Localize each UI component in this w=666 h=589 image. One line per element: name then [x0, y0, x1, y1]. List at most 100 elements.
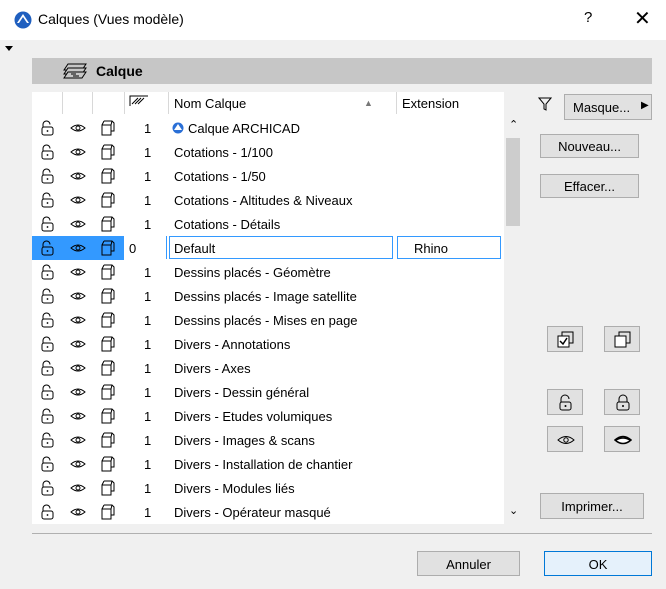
- layer-row[interactable]: 1 Divers - Opérateur masqué: [32, 500, 504, 524]
- wireframe-icon[interactable]: [100, 456, 116, 472]
- eye-icon[interactable]: [70, 384, 86, 400]
- padlock-open-icon[interactable]: [40, 336, 56, 352]
- eye-icon[interactable]: [70, 168, 86, 184]
- eye-icon[interactable]: [70, 120, 86, 136]
- layer-row[interactable]: 1 Dessins placés - Image satellite: [32, 284, 504, 308]
- eye-icon[interactable]: [70, 216, 86, 232]
- padlock-open-icon[interactable]: [40, 456, 56, 472]
- header-extension-col[interactable]: Extension: [396, 92, 504, 114]
- padlock-open-icon[interactable]: [40, 144, 56, 160]
- close-button[interactable]: ✕: [634, 6, 651, 31]
- wireframe-icon[interactable]: [100, 288, 116, 304]
- padlock-open-icon[interactable]: [40, 216, 56, 232]
- wireframe-icon[interactable]: [100, 408, 116, 424]
- padlock-open-icon[interactable]: [40, 384, 56, 400]
- padlock-open-icon[interactable]: [40, 312, 56, 328]
- wireframe-icon[interactable]: [100, 264, 116, 280]
- layer-name: Dessins placés - Géomètre: [174, 265, 331, 280]
- header-wireframe-col[interactable]: [92, 92, 125, 114]
- layer-row[interactable]: 1 Divers - Installation de chantier: [32, 452, 504, 476]
- header-lock-col[interactable]: [32, 92, 63, 114]
- unlock-all-button[interactable]: [547, 389, 583, 415]
- wireframe-icon[interactable]: [100, 360, 116, 376]
- wireframe-icon[interactable]: [100, 144, 116, 160]
- wireframe-icon[interactable]: [100, 216, 116, 232]
- eye-icon[interactable]: [70, 264, 86, 280]
- padlock-open-icon[interactable]: [40, 504, 56, 520]
- wireframe-icon[interactable]: [100, 120, 116, 136]
- wireframe-icon[interactable]: [100, 432, 116, 448]
- scroll-thumb[interactable]: [506, 138, 520, 226]
- eye-icon[interactable]: [70, 288, 86, 304]
- padlock-open-icon[interactable]: [40, 288, 56, 304]
- eye-icon[interactable]: [70, 480, 86, 496]
- padlock-open-icon[interactable]: [40, 120, 56, 136]
- eye-icon[interactable]: [70, 144, 86, 160]
- layer-stack-icon: [63, 63, 87, 79]
- wireframe-icon[interactable]: [100, 480, 116, 496]
- eye-icon[interactable]: [70, 360, 86, 376]
- layer-row[interactable]: 1 Divers - Images & scans: [32, 428, 504, 452]
- ok-button[interactable]: OK: [544, 551, 652, 576]
- header-name-col[interactable]: Nom Calque ▲: [168, 92, 397, 114]
- layer-row[interactable]: 1 Dessins placés - Mises en page: [32, 308, 504, 332]
- header-intersection-col[interactable]: [124, 92, 169, 114]
- lock-all-button[interactable]: [604, 389, 640, 415]
- wireframe-icon[interactable]: [100, 168, 116, 184]
- wireframe-icon[interactable]: [100, 192, 116, 208]
- layer-row[interactable]: 1 Cotations - Altitudes & Niveaux: [32, 188, 504, 212]
- layer-row[interactable]: 1 Divers - Modules liés: [32, 476, 504, 500]
- layer-row[interactable]: 1 Cotations - 1/50: [32, 164, 504, 188]
- padlock-open-icon[interactable]: [40, 264, 56, 280]
- effacer-button[interactable]: Effacer...: [540, 174, 639, 198]
- list-scrollbar[interactable]: ⌃ ⌄: [504, 112, 522, 524]
- show-all-layers-button[interactable]: [547, 326, 583, 352]
- wireframe-icon[interactable]: [100, 504, 116, 520]
- layer-row[interactable]: 1 Dessins placés - Géomètre: [32, 260, 504, 284]
- layer-row[interactable]: 1 Calque ARCHICAD: [32, 116, 504, 140]
- layer-row[interactable]: 1 Divers - Annotations: [32, 332, 504, 356]
- layer-list[interactable]: Nom Calque ▲ Extension 1 Calque ARCHICAD 1…: [32, 92, 504, 524]
- scroll-down-icon[interactable]: ⌄: [509, 504, 518, 517]
- eye-icon[interactable]: [70, 240, 86, 256]
- extension-edit-box[interactable]: [397, 236, 501, 259]
- eye-icon[interactable]: [70, 432, 86, 448]
- layer-row[interactable]: 1 Cotations - 1/100: [32, 140, 504, 164]
- layer-row[interactable]: 1 Divers - Axes: [32, 356, 504, 380]
- padlock-open-icon[interactable]: [40, 480, 56, 496]
- eye-icon[interactable]: [70, 408, 86, 424]
- padlock-open-icon[interactable]: [40, 408, 56, 424]
- hide-visibility-button[interactable]: [604, 426, 640, 452]
- header-visibility-col[interactable]: [62, 92, 93, 114]
- padlock-open-icon[interactable]: [40, 240, 56, 256]
- padlock-open-icon[interactable]: [40, 360, 56, 376]
- wireframe-icon[interactable]: [100, 240, 116, 256]
- layer-name-text: Divers - Images & scans: [174, 433, 315, 448]
- nouveau-button[interactable]: Nouveau...: [540, 134, 639, 158]
- hide-all-layers-button[interactable]: [604, 326, 640, 352]
- scroll-up-icon[interactable]: ⌃: [509, 118, 518, 131]
- collapse-triangle-icon[interactable]: [5, 46, 13, 51]
- wireframe-icon[interactable]: [100, 312, 116, 328]
- layer-row[interactable]: 1 Cotations - Détails: [32, 212, 504, 236]
- padlock-open-icon[interactable]: [40, 168, 56, 184]
- layer-row[interactable]: 0 Default Rhino: [32, 236, 504, 260]
- layer-name: Divers - Etudes volumiques: [174, 409, 332, 424]
- masque-button[interactable]: Masque... ▶: [564, 94, 652, 120]
- imprimer-button[interactable]: Imprimer...: [540, 493, 644, 519]
- eye-icon[interactable]: [70, 504, 86, 520]
- eye-icon[interactable]: [70, 456, 86, 472]
- eye-icon[interactable]: [70, 312, 86, 328]
- layer-name-text: Divers - Modules liés: [174, 481, 295, 496]
- show-visibility-button[interactable]: [547, 426, 583, 452]
- wireframe-icon[interactable]: [100, 336, 116, 352]
- eye-icon[interactable]: [70, 336, 86, 352]
- help-button[interactable]: ?: [584, 9, 592, 26]
- layer-row[interactable]: 1 Divers - Etudes volumiques: [32, 404, 504, 428]
- layer-row[interactable]: 1 Divers - Dessin général: [32, 380, 504, 404]
- eye-icon[interactable]: [70, 192, 86, 208]
- padlock-open-icon[interactable]: [40, 192, 56, 208]
- wireframe-icon[interactable]: [100, 384, 116, 400]
- annuler-button[interactable]: Annuler: [417, 551, 520, 576]
- padlock-open-icon[interactable]: [40, 432, 56, 448]
